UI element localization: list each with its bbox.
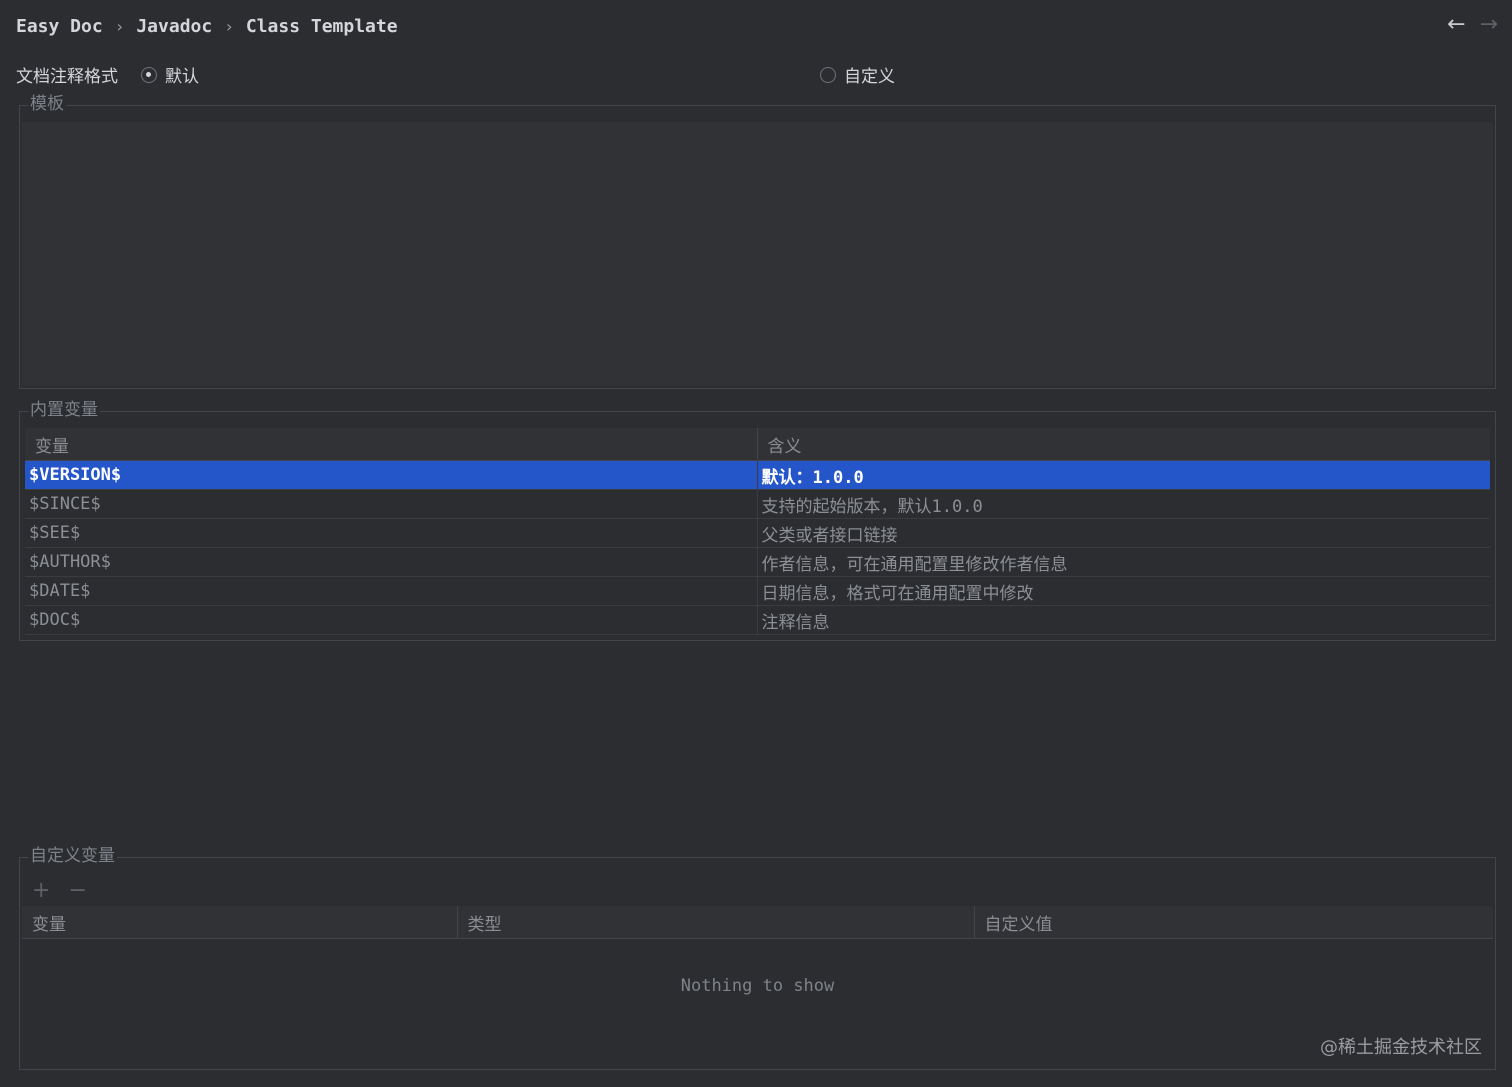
builtin-variables-group: 内置变量 变量 含义 $VERSION$ 默认：1.0.0 $SINCE$ 支持… <box>19 399 1496 641</box>
template-editor[interactable] <box>22 122 1493 386</box>
variable-cell[interactable]: $AUTHOR$ <box>25 547 758 577</box>
radio-unchecked-icon[interactable] <box>820 66 836 83</box>
watermark: @稀土掘金技术社区 <box>1320 1037 1482 1058</box>
breadcrumb-item-class-template: Class Template <box>245 15 398 37</box>
variable-cell[interactable]: $SEE$ <box>25 518 758 548</box>
custom-variables-table: 变量 类型 自定义值 <box>22 906 1493 939</box>
custom-variables-group: 自定义变量 + − 变量 类型 自定义值 Nothing to show <box>19 845 1496 1070</box>
table-row[interactable]: $AUTHOR$ 作者信息，可在通用配置里修改作者信息 <box>25 547 1490 577</box>
meaning-cell[interactable]: 默认：1.0.0 <box>757 460 1490 490</box>
format-label: 文档注释格式 <box>16 67 118 87</box>
format-row: 文档注释格式 默认 自定义 <box>16 60 1496 88</box>
breadcrumb-item-javadoc[interactable]: Javadoc <box>136 16 212 37</box>
meaning-cell[interactable]: 父类或者接口链接 <box>757 518 1490 548</box>
table-header-row: 变量 含义 <box>25 428 1490 461</box>
column-header-type[interactable]: 类型 <box>457 906 975 939</box>
custom-variables-toolbar: + − <box>32 878 87 903</box>
meaning-cell[interactable]: 作者信息，可在通用配置里修改作者信息 <box>757 547 1490 577</box>
nav-arrows: ← → <box>1447 12 1498 38</box>
template-group: 模板 <box>19 93 1496 389</box>
table-row[interactable]: $VERSION$ 默认：1.0.0 <box>25 460 1490 490</box>
radio-custom[interactable]: 自定义 <box>820 62 895 87</box>
builtin-variables-title: 内置变量 <box>28 399 100 421</box>
radio-default[interactable]: 默认 <box>141 62 199 87</box>
table-row[interactable]: $SEE$ 父类或者接口链接 <box>25 518 1490 548</box>
column-header-meaning[interactable]: 含义 <box>757 428 1490 461</box>
column-header-custom-value[interactable]: 自定义值 <box>974 906 1493 939</box>
back-arrow-icon[interactable]: ← <box>1447 12 1465 38</box>
table-header-row: 变量 类型 自定义值 <box>22 906 1493 939</box>
variable-cell[interactable]: $DATE$ <box>25 576 758 606</box>
radio-checked-icon[interactable] <box>141 66 157 83</box>
template-group-title: 模板 <box>28 93 66 115</box>
forward-arrow-icon[interactable]: → <box>1480 12 1498 38</box>
empty-state-text: Nothing to show <box>680 976 835 996</box>
custom-variables-title: 自定义变量 <box>28 845 117 867</box>
breadcrumb-separator-icon: › <box>114 16 125 36</box>
radio-default-label[interactable]: 默认 <box>165 62 199 87</box>
builtin-variables-table: 变量 含义 $VERSION$ 默认：1.0.0 $SINCE$ 支持的起始版本… <box>25 428 1490 635</box>
column-header-variable[interactable]: 变量 <box>22 906 458 939</box>
breadcrumb-item-easy-doc[interactable]: Easy Doc <box>16 16 103 37</box>
add-icon[interactable]: + <box>32 878 50 903</box>
variable-cell[interactable]: $DOC$ <box>25 605 758 635</box>
radio-custom-label[interactable]: 自定义 <box>844 62 895 87</box>
variable-cell[interactable]: $VERSION$ <box>25 460 758 490</box>
table-row[interactable]: $DOC$ 注释信息 <box>25 605 1490 635</box>
table-row[interactable]: $SINCE$ 支持的起始版本，默认1.0.0 <box>25 489 1490 519</box>
meaning-cell[interactable]: 支持的起始版本，默认1.0.0 <box>757 489 1490 519</box>
variable-cell[interactable]: $SINCE$ <box>25 489 758 519</box>
breadcrumb-separator-icon: › <box>224 16 234 36</box>
breadcrumb: Easy Doc › Javadoc › Class Template <box>16 12 398 40</box>
column-header-variable[interactable]: 变量 <box>25 428 758 461</box>
table-row[interactable]: $DATE$ 日期信息，格式可在通用配置中修改 <box>25 576 1490 606</box>
remove-icon[interactable]: − <box>68 878 86 903</box>
meaning-cell[interactable]: 日期信息，格式可在通用配置中修改 <box>757 576 1490 606</box>
meaning-cell[interactable]: 注释信息 <box>757 605 1490 635</box>
